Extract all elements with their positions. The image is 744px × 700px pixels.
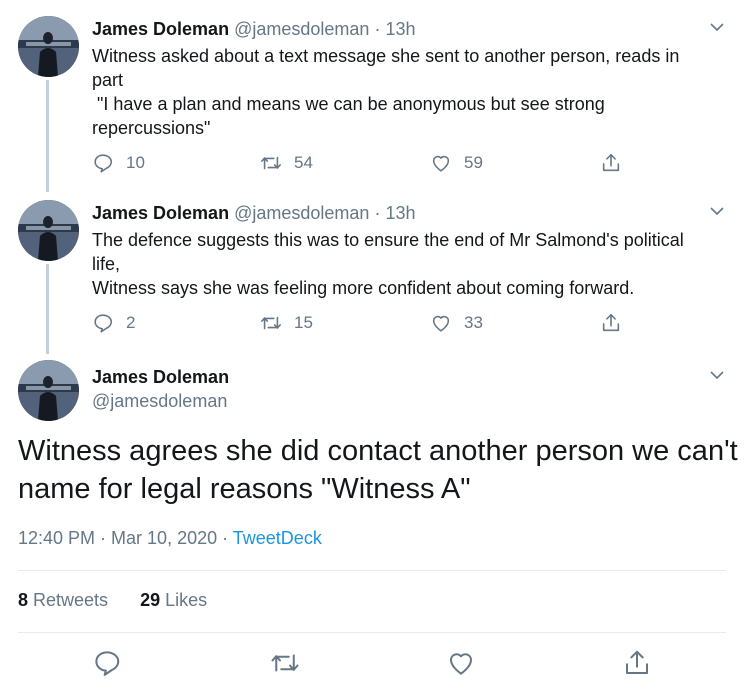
tweet-actions: 10 54 59 bbox=[92, 150, 652, 176]
share-button[interactable] bbox=[600, 150, 634, 176]
likes-stat-count: 29 bbox=[140, 590, 161, 610]
tweet-text: The defence suggests this was to ensure … bbox=[92, 230, 684, 298]
avatar[interactable] bbox=[18, 360, 79, 421]
focus-tweet-actions bbox=[18, 648, 708, 678]
tweet-source-link[interactable]: TweetDeck bbox=[233, 528, 322, 548]
retweets-stat-count: 8 bbox=[18, 590, 29, 610]
author-name[interactable]: James Doleman bbox=[92, 19, 229, 39]
like-count: 59 bbox=[464, 153, 483, 172]
focus-tweet-text: Witness agrees she did contact another p… bbox=[18, 435, 738, 505]
tweet-time[interactable]: · 13h bbox=[374, 203, 415, 223]
share-icon bbox=[602, 153, 620, 172]
tweet-time[interactable]: · 13h bbox=[374, 19, 415, 39]
reply-count: 2 bbox=[126, 313, 136, 332]
chevron-down-icon[interactable] bbox=[708, 366, 726, 384]
divider bbox=[18, 570, 726, 571]
retweet-button[interactable]: 15 bbox=[260, 310, 313, 336]
reply-icon bbox=[94, 314, 113, 333]
heart-icon bbox=[432, 155, 450, 172]
tweet-metadata: 12:40 PM · Mar 10, 2020 · TweetDeck bbox=[18, 528, 322, 549]
author-handle[interactable]: @jamesdoleman bbox=[234, 203, 369, 223]
heart-icon bbox=[432, 315, 450, 332]
author-name[interactable]: James Doleman bbox=[92, 366, 229, 388]
share-icon[interactable] bbox=[622, 648, 652, 678]
author-name[interactable]: James Doleman bbox=[92, 203, 229, 223]
avatar[interactable] bbox=[18, 200, 79, 261]
author-handle[interactable]: @jamesdoleman bbox=[92, 390, 229, 412]
reply-icon[interactable] bbox=[92, 648, 122, 678]
heart-icon[interactable] bbox=[446, 648, 476, 678]
chevron-down-icon[interactable] bbox=[708, 18, 726, 36]
avatar[interactable] bbox=[18, 16, 79, 77]
retweet-count: 54 bbox=[294, 153, 313, 172]
tweet-header: James Doleman @jamesdoleman · 13h bbox=[92, 202, 415, 224]
share-icon bbox=[602, 313, 620, 332]
retweet-icon bbox=[261, 316, 281, 330]
retweet-icon bbox=[261, 156, 281, 170]
chevron-down-icon[interactable] bbox=[708, 202, 726, 220]
reply-count: 10 bbox=[126, 153, 145, 172]
thread-line bbox=[46, 80, 49, 192]
tweet-timestamp[interactable]: 12:40 PM · Mar 10, 2020 · bbox=[18, 528, 233, 548]
reply-button[interactable]: 2 bbox=[92, 310, 135, 336]
thread-line bbox=[46, 264, 49, 354]
like-count: 33 bbox=[464, 313, 483, 332]
tweet-actions: 2 15 33 bbox=[92, 310, 652, 336]
focus-tweet-header: James Doleman @jamesdoleman bbox=[92, 366, 229, 412]
retweets-stat[interactable]: 8 Retweets bbox=[18, 590, 108, 610]
retweet-count: 15 bbox=[294, 313, 313, 332]
retweets-stat-label: Retweets bbox=[28, 590, 109, 610]
like-button[interactable]: 59 bbox=[430, 150, 483, 176]
tweet-header: James Doleman @jamesdoleman · 13h bbox=[92, 18, 415, 40]
retweet-icon[interactable] bbox=[270, 648, 300, 678]
like-button[interactable]: 33 bbox=[430, 310, 483, 336]
likes-stat[interactable]: 29 Likes bbox=[140, 590, 207, 610]
reply-icon bbox=[94, 154, 113, 173]
divider bbox=[18, 632, 726, 633]
share-button[interactable] bbox=[600, 310, 634, 336]
author-handle[interactable]: @jamesdoleman bbox=[234, 19, 369, 39]
reply-button[interactable]: 10 bbox=[92, 150, 145, 176]
retweet-button[interactable]: 54 bbox=[260, 150, 313, 176]
engagement-stats: 8 Retweets 29 Likes bbox=[18, 590, 207, 611]
likes-stat-label: Likes bbox=[160, 590, 208, 610]
tweet-text: Witness asked about a text message she s… bbox=[92, 46, 680, 138]
